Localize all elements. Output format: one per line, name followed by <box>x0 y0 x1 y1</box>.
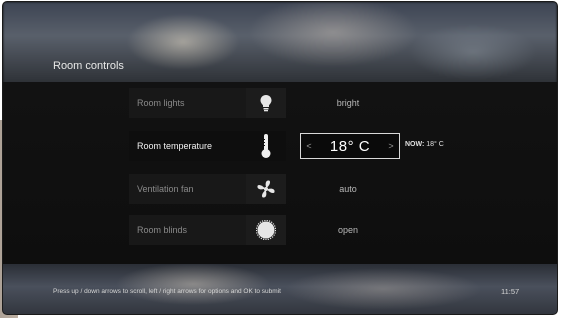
thermometer-icon <box>246 131 286 161</box>
control-label: Ventilation fan <box>129 174 252 204</box>
decrease-arrow[interactable]: < <box>305 141 313 151</box>
control-label: Room temperature <box>129 131 252 161</box>
clock: 11:57 <box>501 287 520 296</box>
control-label: Room blinds <box>129 215 252 245</box>
temperature-selector[interactable]: < 18° C > <box>300 133 400 159</box>
header-background <box>3 2 557 86</box>
navigation-hint: Press up / down arrows to scroll, left /… <box>53 288 281 295</box>
temperature-value: 18° C <box>329 137 371 155</box>
page-title: Room controls <box>53 60 124 72</box>
increase-arrow[interactable]: > <box>387 141 395 151</box>
sun-icon <box>246 215 286 245</box>
tv-screen: Room controls Room lights bright Room te… <box>3 2 557 314</box>
lightbulb-icon <box>246 88 286 118</box>
control-value-room-blinds: open <box>337 225 359 235</box>
now-label: NOW: <box>405 141 425 148</box>
control-value-ventilation-fan: auto <box>339 184 357 194</box>
fan-icon <box>246 174 286 204</box>
control-value-room-lights: bright <box>336 98 360 108</box>
current-temperature: NOW: 18° C <box>405 141 444 148</box>
control-label: Room lights <box>129 88 252 118</box>
now-value: 18° C <box>426 141 444 148</box>
